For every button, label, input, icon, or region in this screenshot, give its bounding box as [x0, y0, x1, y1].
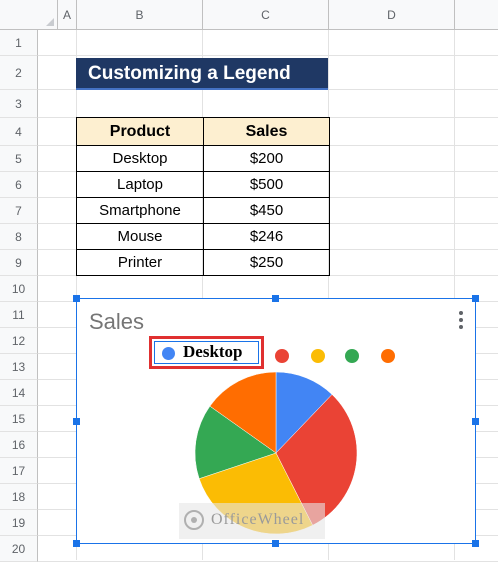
- watermark: OfficeWheel: [179, 503, 325, 539]
- resize-handle[interactable]: [472, 295, 479, 302]
- row-header-9[interactable]: 9: [0, 250, 38, 276]
- product-cell[interactable]: Smartphone: [76, 197, 204, 224]
- resize-handle[interactable]: [472, 540, 479, 547]
- pie-chart[interactable]: Sales Desktop OfficeWheel: [76, 298, 476, 544]
- sales-table: Product Sales Desktop $200 Laptop $500 Sma…: [76, 117, 330, 276]
- row-header-13[interactable]: 13: [0, 354, 38, 380]
- product-cell[interactable]: Printer: [76, 249, 204, 276]
- resize-handle[interactable]: [272, 295, 279, 302]
- sheet-title[interactable]: Customizing a Legend: [76, 58, 328, 90]
- grid-line: [38, 55, 498, 56]
- row-header-11[interactable]: 11: [0, 302, 38, 328]
- sales-cell[interactable]: $500: [203, 171, 330, 198]
- table-row: Laptop $500: [76, 171, 330, 198]
- row-header-7[interactable]: 7: [0, 198, 38, 224]
- row-header-18[interactable]: 18: [0, 484, 38, 510]
- row-header-14[interactable]: 14: [0, 380, 38, 406]
- product-cell[interactable]: Mouse: [76, 223, 204, 250]
- column-header-a[interactable]: A: [58, 0, 77, 30]
- row-header-8[interactable]: 8: [0, 224, 38, 250]
- column-header-b[interactable]: B: [77, 0, 203, 30]
- header-product[interactable]: Product: [76, 117, 204, 146]
- resize-handle[interactable]: [272, 540, 279, 547]
- table-row: Smartphone $450: [76, 197, 330, 224]
- row-header-4[interactable]: 4: [0, 118, 38, 146]
- row-header-16[interactable]: 16: [0, 432, 38, 458]
- row-header-6[interactable]: 6: [0, 172, 38, 198]
- officewheel-logo-icon: [184, 510, 204, 530]
- table-row: Mouse $246: [76, 223, 330, 250]
- row-header-1[interactable]: 1: [0, 30, 38, 56]
- sales-cell[interactable]: $250: [203, 249, 330, 276]
- watermark-text: OfficeWheel: [211, 511, 305, 528]
- row-header-20[interactable]: 20: [0, 536, 38, 562]
- row-header-3[interactable]: 3: [0, 90, 38, 118]
- header-sales[interactable]: Sales: [203, 117, 330, 146]
- sales-cell[interactable]: $450: [203, 197, 330, 224]
- row-header-19[interactable]: 19: [0, 510, 38, 536]
- table-row: Printer $250: [76, 249, 330, 276]
- table-row: Desktop $200: [76, 145, 330, 172]
- resize-handle[interactable]: [73, 295, 80, 302]
- product-cell[interactable]: Desktop: [76, 145, 204, 172]
- product-cell[interactable]: Laptop: [76, 171, 204, 198]
- column-header-c[interactable]: C: [203, 0, 329, 30]
- row-header-17[interactable]: 17: [0, 458, 38, 484]
- select-all-corner[interactable]: [0, 0, 58, 30]
- column-header-bar: A B C D: [0, 0, 498, 30]
- column-header-d[interactable]: D: [329, 0, 455, 30]
- resize-handle[interactable]: [73, 418, 80, 425]
- sales-cell[interactable]: $246: [203, 223, 330, 250]
- row-header-2[interactable]: 2: [0, 56, 38, 90]
- row-header-15[interactable]: 15: [0, 406, 38, 432]
- row-header-5[interactable]: 5: [0, 146, 38, 172]
- row-header-10[interactable]: 10: [0, 276, 38, 302]
- resize-handle[interactable]: [73, 540, 80, 547]
- sales-cell[interactable]: $200: [203, 145, 330, 172]
- row-header-12[interactable]: 12: [0, 328, 38, 354]
- resize-handle[interactable]: [472, 418, 479, 425]
